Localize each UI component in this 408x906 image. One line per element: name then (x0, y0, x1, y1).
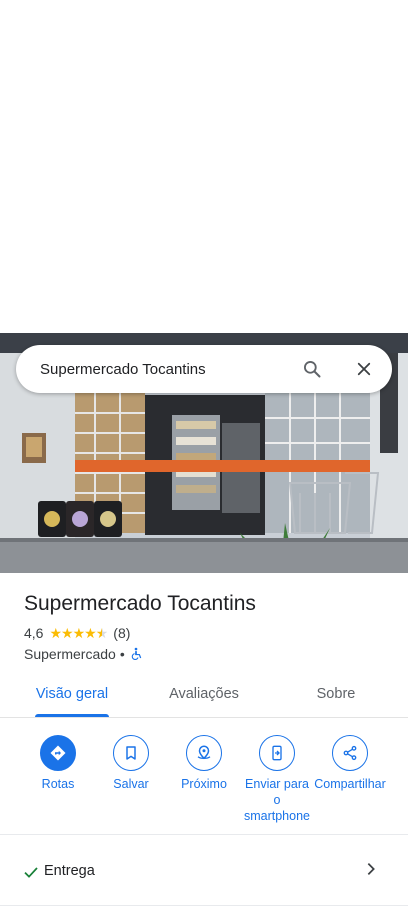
star-rating: ★ ★ ★ ★ ★ (49, 625, 109, 641)
share-icon (332, 735, 368, 771)
rating-row[interactable]: 4,6 ★ ★ ★ ★ ★ (8) (24, 623, 394, 643)
directions-button[interactable]: Rotas (21, 735, 95, 792)
close-icon[interactable] (352, 357, 376, 381)
action-buttons: Rotas Salvar Próximo Enviar para o smart… (0, 735, 408, 835)
separator: • (119, 646, 125, 662)
search-icon[interactable] (300, 357, 324, 381)
place-title: Supermercado Tocantins (24, 592, 256, 615)
category-row: Supermercado • (24, 644, 394, 664)
send-to-phone-icon (259, 735, 295, 771)
send-to-phone-button[interactable]: Enviar para o smartphone (240, 735, 314, 824)
wheelchair-icon (129, 647, 143, 661)
tab-reviews[interactable]: Avaliações (154, 676, 254, 718)
delivery-row[interactable]: Entrega (0, 836, 408, 906)
empty-top-area (0, 0, 408, 333)
place-info: Supermercado Tocantins 4,6 ★ ★ ★ ★ ★ (8)… (24, 590, 394, 664)
star-icon: ★ (72, 625, 86, 641)
share-label: Compartilhar (314, 777, 386, 791)
check-icon (23, 864, 39, 880)
tab-bar: Visão geral Avaliações Sobre (0, 676, 408, 718)
directions-label: Rotas (41, 777, 75, 791)
delivery-label: Entrega (44, 863, 95, 879)
half-star-icon: ★ (95, 625, 109, 641)
review-count[interactable]: (8) (113, 623, 130, 643)
nearby-button[interactable]: Próximo (167, 735, 241, 792)
share-button[interactable]: Compartilhar (313, 735, 387, 792)
place-category: Supermercado (24, 646, 116, 662)
search-bar[interactable]: Supermercado Tocantins (16, 345, 392, 393)
star-icon: ★ (49, 625, 62, 641)
chevron-right-icon[interactable] (363, 861, 379, 877)
bookmark-icon (113, 735, 149, 771)
tab-about[interactable]: Sobre (290, 676, 382, 718)
tab-overview[interactable]: Visão geral (22, 676, 122, 718)
save-button[interactable]: Salvar (94, 735, 168, 792)
nearby-label: Próximo (181, 777, 227, 791)
rating-value: 4,6 (24, 625, 44, 641)
active-tab-indicator (35, 714, 109, 717)
star-icon: ★ (61, 625, 74, 641)
save-label: Salvar (113, 777, 149, 791)
search-input[interactable]: Supermercado Tocantins (40, 361, 300, 378)
send-to-phone-label: Enviar para o smartphone (243, 777, 310, 823)
nearby-icon (186, 735, 222, 771)
star-icon: ★ (84, 625, 97, 641)
directions-icon (40, 735, 76, 771)
